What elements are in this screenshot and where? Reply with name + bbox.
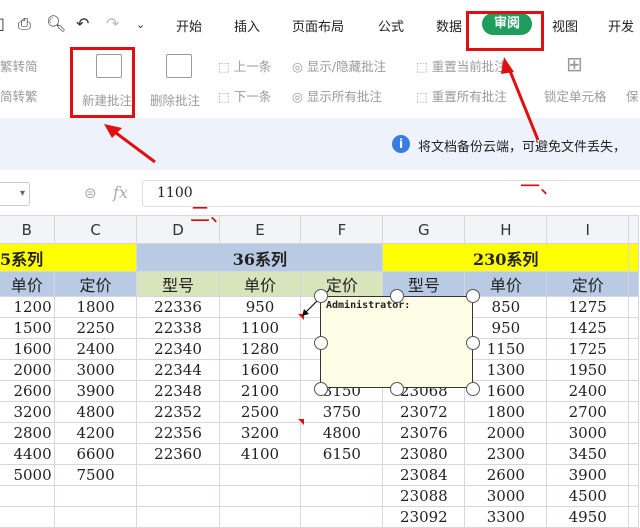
- red-arrows: [104, 57, 540, 164]
- handwritten-mark: 一、: [520, 174, 560, 198]
- handwritten-mark: 二、: [190, 202, 230, 226]
